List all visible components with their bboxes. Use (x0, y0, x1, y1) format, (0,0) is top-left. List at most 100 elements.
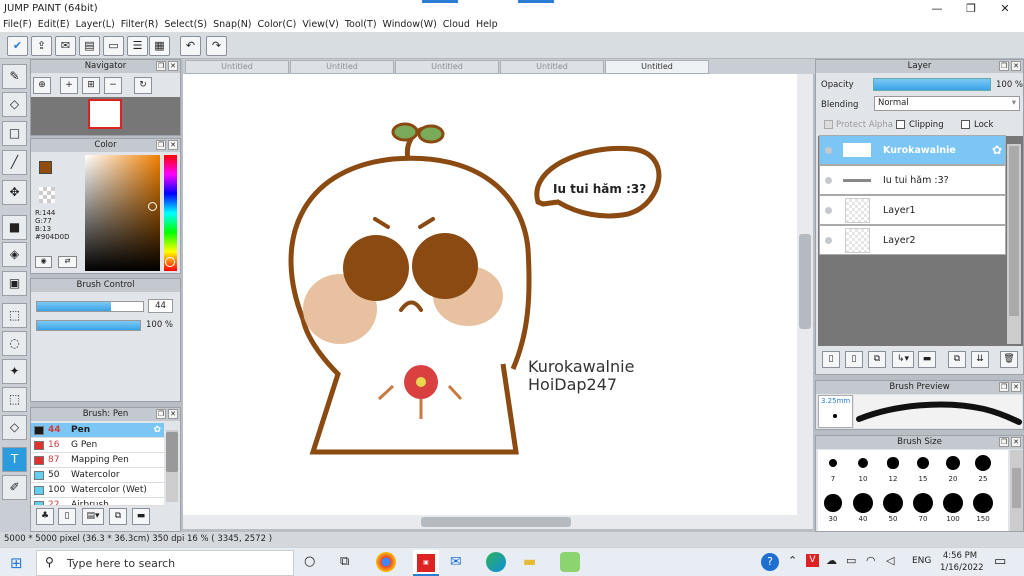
shape-tool-icon[interactable]: □ (2, 121, 27, 146)
battery-icon[interactable]: ▭ (846, 554, 856, 567)
wifi-icon[interactable]: ◠ (866, 554, 876, 567)
close-panel-icon[interactable]: ✕ (168, 61, 178, 71)
layer-folder-icon[interactable]: ▬ (918, 351, 936, 368)
cortana-icon[interactable]: ○ (304, 554, 315, 569)
network-icon[interactable]: ☁ (826, 554, 837, 567)
comment-icon[interactable]: ✉ (55, 36, 76, 56)
lasso-tool-icon[interactable]: ◌ (2, 331, 27, 356)
menu-window[interactable]: Window(W) (380, 17, 440, 33)
brush-size-value[interactable]: 44 (148, 299, 173, 313)
hue-slider[interactable] (164, 155, 177, 271)
protect-alpha-checkbox[interactable] (824, 120, 833, 129)
taskbar-search-box[interactable]: ⚲ Type here to search (36, 550, 294, 576)
tab-untitled-active[interactable]: Untitled (605, 60, 709, 74)
export-icon[interactable]: ⇪ (31, 36, 52, 56)
zoom-out-icon[interactable]: − (104, 77, 122, 94)
select-pen-icon[interactable]: ⬚ (2, 387, 27, 412)
eyedropper-tool-icon[interactable]: ✐ (2, 475, 27, 500)
help-icon[interactable]: ? (761, 553, 779, 571)
float-icon[interactable]: ❐ (156, 140, 166, 150)
merge-layer-icon[interactable]: ⇊ (971, 351, 989, 368)
brush-item[interactable]: 50 Watercolor (31, 468, 164, 483)
layer-row-layer1[interactable]: Layer1 (819, 195, 1006, 225)
visibility-icon[interactable] (825, 207, 832, 214)
color-swap-icon[interactable]: ⇄ (58, 256, 77, 268)
menu-help[interactable]: Help (473, 17, 501, 33)
close-panel-icon[interactable]: ✕ (168, 140, 178, 150)
clipping-checkbox[interactable] (896, 120, 905, 129)
grid-icon[interactable]: ▦ (149, 36, 170, 56)
visibility-icon[interactable] (825, 237, 832, 244)
select-rect-icon[interactable]: ⬚ (2, 303, 27, 328)
fill-rect-tool-icon[interactable]: ■ (2, 215, 27, 240)
brush-folder-icon[interactable]: ▬ (132, 508, 150, 525)
brush-list-scrollbar[interactable] (166, 430, 178, 502)
brush-tree-icon[interactable]: ♣ (36, 508, 54, 525)
cloud-check-icon[interactable]: ✔ (7, 36, 28, 56)
drawing-canvas[interactable]: Iu tui hăm :3? Kurokawalnie HoiDap247 (183, 74, 797, 515)
brush-size-dot[interactable] (828, 458, 838, 468)
lock-checkbox[interactable] (961, 120, 970, 129)
horizontal-scrollbar[interactable] (183, 515, 813, 529)
gear-icon[interactable]: ✿ (992, 143, 1002, 157)
minimize-icon[interactable]: — (920, 0, 954, 17)
bucket-tool-icon[interactable]: ◈ (2, 242, 27, 267)
hue-cursor[interactable] (165, 257, 175, 267)
menu-file[interactable]: File(F) (0, 17, 35, 33)
task-view-icon[interactable]: ⧉ (340, 554, 349, 569)
brush-size-dot[interactable] (857, 457, 869, 469)
brush-menu-icon[interactable]: ▤▾ (82, 508, 104, 525)
brush-copy-icon[interactable]: ⧉ (109, 508, 127, 525)
zoom-in-icon[interactable]: + (60, 77, 78, 94)
zoom-fit-icon[interactable]: ⊕ (33, 77, 51, 94)
float-icon[interactable]: ❐ (999, 437, 1009, 447)
close-icon[interactable]: ✕ (988, 0, 1022, 17)
clock[interactable]: 4:56 PM 1/16/2022 (940, 550, 984, 574)
brush-size-dot[interactable] (975, 455, 991, 471)
close-panel-icon[interactable]: ✕ (1011, 437, 1021, 447)
layer-scroll-thumb[interactable] (1009, 146, 1019, 316)
menu-edit[interactable]: Edit(E) (35, 17, 73, 33)
line-tool-icon[interactable]: ╱ (2, 150, 27, 175)
brush-item[interactable]: 87 Mapping Pen (31, 453, 164, 468)
brush-item[interactable]: 22 Airbrush (31, 498, 164, 506)
layer-opacity-slider[interactable] (873, 78, 991, 91)
color-picker-icon[interactable]: ◉ (35, 256, 52, 268)
eraser-tool-icon[interactable]: ◇ (2, 92, 27, 117)
blending-select[interactable]: Normal ▾ (874, 96, 1020, 111)
brush-opacity-slider[interactable] (36, 320, 141, 331)
layer-row-layer2[interactable]: Layer2 (819, 225, 1006, 255)
brush-size-dot[interactable] (887, 457, 899, 469)
new-layer-2-icon[interactable]: ▯ (845, 351, 863, 368)
gradient-tool-icon[interactable]: ▣ (2, 271, 27, 296)
layer-menu-icon[interactable]: ↳▾ (892, 351, 914, 368)
menu-layer[interactable]: Layer(L) (73, 17, 118, 33)
brush-size-dot[interactable] (824, 494, 842, 512)
new-layer-icon[interactable]: ▯ (822, 351, 840, 368)
pen-tool-icon[interactable]: ✎ (2, 64, 27, 89)
menu-filter[interactable]: Filter(R) (118, 17, 162, 33)
layer-row-speech[interactable]: Iu tui hăm :3? (819, 165, 1006, 195)
brush-size-dot[interactable] (913, 493, 933, 513)
scroll-thumb[interactable] (166, 432, 178, 472)
windows-start-icon[interactable]: ⊞ (10, 554, 23, 572)
layer-list-scrollbar[interactable] (1007, 144, 1021, 344)
list-icon[interactable]: ☰ (127, 36, 148, 56)
tab-untitled-3[interactable]: Untitled (395, 60, 499, 74)
brush-size-dot[interactable] (973, 493, 993, 513)
vertical-scrollbar[interactable] (797, 74, 813, 515)
text-tool-icon[interactable]: T (2, 447, 27, 472)
saturation-value-picker[interactable] (85, 155, 160, 271)
transparent-swatch[interactable] (39, 187, 55, 203)
brush-item[interactable]: 100 Watercolor (Wet) (31, 483, 164, 498)
magic-wand-icon[interactable]: ✦ (2, 359, 27, 384)
file-explorer-icon[interactable]: ▬ (523, 554, 536, 570)
undo-icon[interactable]: ↶ (180, 36, 201, 56)
tab-untitled-2[interactable]: Untitled (290, 60, 394, 74)
brush-size-dot[interactable] (883, 493, 903, 513)
visibility-icon[interactable] (825, 147, 832, 154)
brush-size-scroll-thumb[interactable] (1012, 468, 1021, 508)
gear-icon[interactable]: ✿ (153, 423, 161, 438)
duplicate-layer-icon[interactable]: ⧉ (868, 351, 886, 368)
menu-view[interactable]: View(V) (299, 17, 341, 33)
